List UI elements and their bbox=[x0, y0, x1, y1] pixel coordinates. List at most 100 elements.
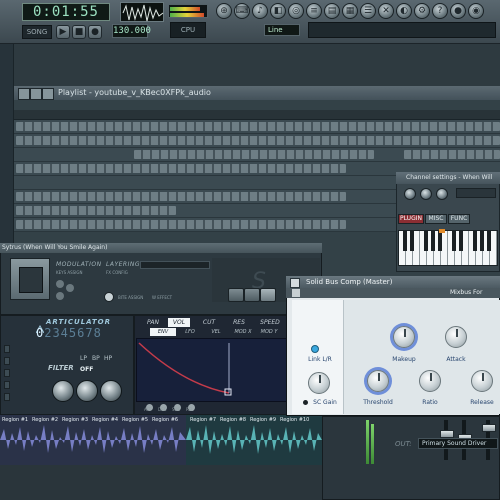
song-position-display[interactable]: 0:01:55 bbox=[22, 3, 110, 21]
channel-rack-icon[interactable]: ▦ bbox=[342, 3, 358, 19]
env-tab-pan[interactable]: PAN bbox=[142, 318, 164, 327]
region-label[interactable]: Region #6 bbox=[152, 417, 178, 423]
operator-digit-active[interactable]: 0 bbox=[36, 326, 44, 340]
channel-volume-knob[interactable] bbox=[404, 188, 416, 200]
side-button-3[interactable] bbox=[4, 369, 10, 377]
w-effect-button[interactable]: W EFFECT bbox=[152, 295, 172, 300]
region-label[interactable]: Region #2 bbox=[32, 417, 58, 423]
playlist-title-bar[interactable]: Playlist - youtube_v_KBec0XFPk_audio bbox=[14, 86, 500, 100]
timeline-ruler[interactable] bbox=[14, 110, 500, 120]
browser-icon[interactable]: ✕ bbox=[378, 3, 394, 19]
filter-amount-knob[interactable] bbox=[100, 380, 122, 402]
keys-assign-button[interactable]: KEYS ASSIGN bbox=[56, 270, 96, 276]
filter-resonance-knob[interactable] bbox=[76, 380, 98, 402]
mod-knob-2[interactable] bbox=[56, 292, 64, 300]
piano-roll-icon[interactable]: ▤ bbox=[324, 3, 340, 19]
operator-selector[interactable]: 02345678 bbox=[36, 326, 102, 340]
playlist-track[interactable] bbox=[14, 120, 500, 134]
attack-knob[interactable] bbox=[445, 326, 467, 348]
envelope-graph[interactable] bbox=[136, 338, 306, 402]
side-button-2[interactable] bbox=[4, 357, 10, 365]
filter-mode-hp[interactable]: HP bbox=[104, 355, 112, 362]
region-label[interactable]: Region #8 bbox=[220, 417, 246, 423]
sc-gain-led[interactable] bbox=[303, 400, 308, 405]
playlist-track[interactable] bbox=[14, 148, 500, 162]
record-options-icon[interactable]: ● bbox=[450, 3, 466, 19]
region-label[interactable]: Region #5 bbox=[122, 417, 148, 423]
filter-mode-bp[interactable]: BP bbox=[92, 355, 100, 362]
channel-pan-knob[interactable] bbox=[420, 188, 432, 200]
mixer-icon[interactable]: ☰ bbox=[360, 3, 376, 19]
blend-notes-icon[interactable]: ◎ bbox=[288, 3, 304, 19]
region-label[interactable]: Region #3 bbox=[62, 417, 88, 423]
side-button-4[interactable] bbox=[4, 381, 10, 389]
region-label[interactable]: Region #7 bbox=[190, 417, 216, 423]
filter-cutoff-knob[interactable] bbox=[52, 380, 74, 402]
filter-off-button[interactable]: OFF bbox=[80, 366, 93, 373]
makeup-knob[interactable] bbox=[393, 326, 415, 348]
plugin-picker-icon[interactable]: ◐ bbox=[396, 3, 412, 19]
operator-digits[interactable]: 2345678 bbox=[44, 326, 102, 340]
snap-icon[interactable]: ⊕ bbox=[216, 3, 232, 19]
side-button-5[interactable] bbox=[4, 393, 10, 401]
output-icon[interactable]: ◉ bbox=[468, 3, 484, 19]
arrow-icon[interactable] bbox=[18, 88, 30, 100]
env-subtab-env[interactable]: ENV bbox=[150, 328, 176, 336]
playlist-icon[interactable]: ≡ bbox=[306, 3, 322, 19]
sytrus-view-button-2[interactable] bbox=[244, 288, 260, 302]
threshold-knob[interactable] bbox=[367, 370, 389, 392]
region-label[interactable]: Region #10 bbox=[280, 417, 309, 423]
mod-knob-3[interactable] bbox=[66, 284, 74, 292]
region-label[interactable]: Region #1 bbox=[2, 417, 28, 423]
mod-knob-1[interactable] bbox=[56, 280, 64, 288]
sytrus-title[interactable]: Sytrus (When Will You Smile Again) bbox=[0, 243, 322, 253]
comp-title-bar[interactable]: Solid Bus Comp (Master) bbox=[286, 276, 500, 288]
env-subtab-mod-x[interactable]: MOD X bbox=[232, 328, 254, 336]
channel-fx-selector[interactable] bbox=[456, 188, 496, 198]
region-label[interactable]: Region #4 bbox=[92, 417, 118, 423]
typing-keyboard-icon[interactable]: ⌨ bbox=[234, 3, 250, 19]
channel-pitch-knob[interactable] bbox=[436, 188, 448, 200]
preset-prev-icon[interactable] bbox=[292, 289, 300, 297]
sytrus-view-button-1[interactable] bbox=[228, 288, 244, 302]
stop-button[interactable]: ■ bbox=[72, 25, 86, 39]
pencil-icon[interactable] bbox=[30, 88, 42, 100]
record-button[interactable]: ● bbox=[88, 25, 102, 39]
channel-settings-title[interactable]: Channel settings - When Will bbox=[396, 172, 500, 184]
playlist-track[interactable] bbox=[14, 134, 500, 148]
play-button[interactable]: ▶ bbox=[56, 25, 70, 39]
env-tab-res[interactable]: RES bbox=[228, 318, 250, 327]
region-label[interactable]: Region #9 bbox=[250, 417, 276, 423]
settings-icon[interactable]: ⚙ bbox=[414, 3, 430, 19]
step-edit-icon[interactable]: ◧ bbox=[270, 3, 286, 19]
tab-func[interactable]: FUNC bbox=[448, 214, 470, 224]
layering-select[interactable] bbox=[140, 261, 210, 269]
env-subtab-vel[interactable]: VEL bbox=[206, 328, 226, 336]
pattern-selector[interactable] bbox=[308, 22, 496, 38]
paint-icon[interactable] bbox=[42, 88, 54, 100]
mixer-fader[interactable] bbox=[482, 424, 496, 432]
link-led-icon[interactable] bbox=[311, 345, 319, 353]
ratio-knob[interactable] bbox=[419, 370, 441, 392]
root-note-marker[interactable] bbox=[439, 229, 445, 233]
power-icon[interactable] bbox=[104, 292, 114, 302]
keyboard-piano[interactable] bbox=[398, 229, 498, 266]
sytrus-view-button-3[interactable] bbox=[260, 288, 276, 302]
fx-config-button[interactable]: FX CONFIG bbox=[106, 270, 146, 276]
output-device-select[interactable]: Primary Sound Driver bbox=[418, 438, 498, 449]
comp-preset-name[interactable]: Mixbus For bbox=[450, 289, 482, 296]
filter-mode-lp[interactable]: LP bbox=[80, 355, 87, 362]
side-button-1[interactable] bbox=[4, 345, 10, 353]
help-icon[interactable]: ? bbox=[432, 3, 448, 19]
envelope-curve[interactable] bbox=[137, 339, 306, 402]
song-mode-toggle[interactable]: SONG bbox=[22, 25, 52, 39]
env-tab-cut[interactable]: CUT bbox=[198, 318, 220, 327]
env-subtab-lfo[interactable]: LFO bbox=[180, 328, 200, 336]
bite-assign-button[interactable]: BITE ASSIGN bbox=[118, 295, 143, 300]
env-tab-vol[interactable]: VOL bbox=[168, 318, 190, 327]
mixer-fader[interactable] bbox=[440, 430, 454, 438]
release-knob[interactable] bbox=[471, 370, 493, 392]
metronome-icon[interactable]: ♪ bbox=[252, 3, 268, 19]
tab-plugin[interactable]: PLUGIN bbox=[398, 214, 424, 224]
env-subtab-mod-y[interactable]: MOD Y bbox=[258, 328, 280, 336]
